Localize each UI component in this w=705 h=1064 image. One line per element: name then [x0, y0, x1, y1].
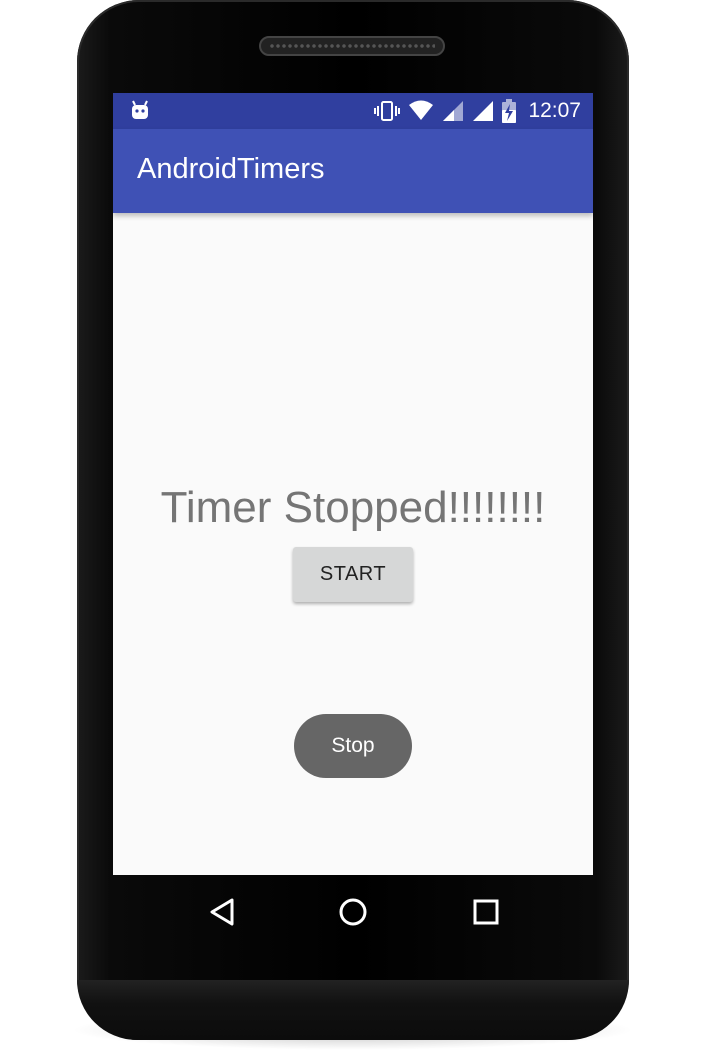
navigation-bar — [113, 875, 593, 947]
recent-apps-icon[interactable] — [469, 895, 503, 929]
signal-icon — [473, 101, 494, 121]
app-bar: AndroidTimers — [113, 129, 593, 213]
home-icon[interactable] — [336, 895, 370, 929]
phone-chin — [77, 980, 629, 1040]
start-button[interactable]: START — [293, 547, 413, 602]
status-clock: 12:07 — [528, 99, 581, 122]
timer-status-text: Timer Stopped!!!!!!!! — [160, 483, 546, 532]
device-screen: 12:07 AndroidTimers Timer Stopped!!!!!!!… — [113, 93, 593, 875]
earpiece-speaker — [259, 36, 445, 56]
signal-icon — [443, 101, 464, 121]
app-title: AndroidTimers — [137, 153, 325, 185]
back-icon[interactable] — [205, 895, 239, 929]
device-frame-stage: 12:07 AndroidTimers Timer Stopped!!!!!!!… — [0, 0, 705, 1064]
stop-button[interactable]: Stop — [294, 714, 412, 778]
status-icons: 12:07 — [374, 93, 581, 129]
battery-charging-icon — [502, 99, 517, 123]
wifi-icon — [409, 100, 434, 120]
main-content: Timer Stopped!!!!!!!! START Stop — [113, 213, 593, 875]
vibrate-icon — [374, 101, 401, 121]
status-bar: 12:07 — [113, 93, 593, 129]
android-debug-icon — [132, 100, 148, 119]
